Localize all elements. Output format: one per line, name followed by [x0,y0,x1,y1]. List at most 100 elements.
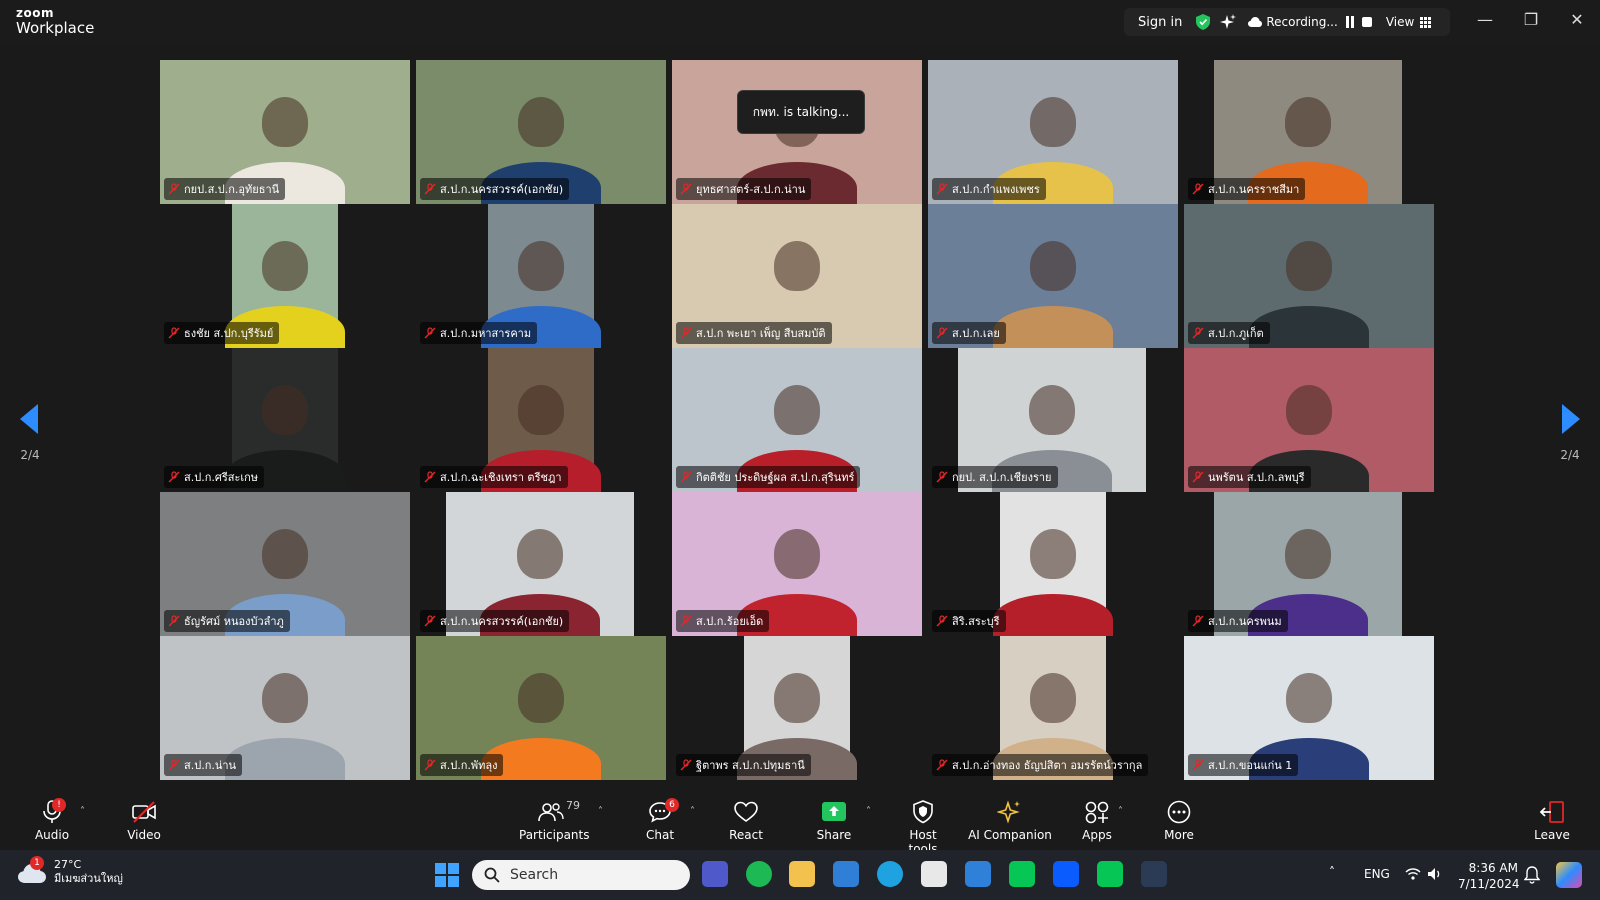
minimize-icon[interactable]: — [1473,10,1497,29]
participant-tile[interactable]: ส.ป.ก.ฉะเชิงเทรา ตรีชฎา [416,348,672,492]
sign-in-button[interactable]: Sign in [1138,15,1182,30]
microsoft-store-icon[interactable] [921,861,947,887]
participant-name-tag: ฐิตาพร ส.ป.ก.ปทุมธานี [676,754,811,776]
mic-muted-icon [168,759,180,771]
notification-bell-icon[interactable] [1524,866,1540,884]
participant-tile[interactable]: ส.ป.ก.นครสวรรค์(เอกชัย) [416,492,672,636]
volume-icon[interactable] [1427,867,1443,881]
share-options-caret[interactable]: ˄ [866,806,871,817]
taskbar-search-box[interactable]: Search [472,860,690,890]
desktop-app-icon[interactable] [833,861,859,887]
participant-tile[interactable]: ส.ป.ก.น่าน [160,636,416,780]
wifi-icon[interactable] [1405,867,1421,881]
participant-tile[interactable]: ส.ป.ก.นครสวรรค์(เอกชัย) [416,60,672,204]
brand-bottom: Workplace [16,19,95,37]
participants-count: 79 [566,799,580,812]
participant-tile[interactable]: ส.ป.ก.พัทลุง [416,636,672,780]
participant-tile[interactable]: ส.ป.ก.ร้อยเอ็ด [672,492,928,636]
participant-tile[interactable]: ธงชัย ส.ปก.บุรีรัมย์ [160,204,416,348]
participant-tile[interactable]: ส.ป.ก.นครราชสีมา [1184,60,1440,204]
participant-name: ส.ป.ก.ขอนแก่น 1 [1208,759,1293,772]
mic-muted-icon [1192,327,1204,339]
participant-head [1030,529,1076,580]
ai-companion-button[interactable]: AI Companion [968,800,1052,842]
participant-tile[interactable]: ธัญรัศม์ หนองบัวลำภู [160,492,416,636]
previous-page-button[interactable]: 2/4 [0,404,60,494]
show-hidden-icons-caret[interactable]: ˄ [1329,865,1335,879]
chat-unread-badge: 6 [665,798,679,812]
active-speaker-tooltip: กพท. is talking... [737,90,865,134]
line-app-icon-2[interactable] [1097,861,1123,887]
meeting-toolbar: Audio ! ˄ Video Participants 79 ˄ Chat 6… [0,792,1600,856]
participants-options-caret[interactable]: ˄ [598,806,603,817]
participant-name-tag: ธงชัย ส.ปก.บุรีรัมย์ [164,322,280,344]
brand-top: zoom [16,6,54,20]
copilot-icon[interactable] [1556,862,1582,888]
input-language[interactable]: ENG [1364,867,1390,881]
file-explorer-icon[interactable] [789,861,815,887]
participant-name-tag: ส.ป.ก.อ่างทอง ธัญปสิตา อมรรัตน์วรากุล [932,754,1149,776]
participant-tile[interactable]: นพรัตน ส.ป.ก.ลพบุรี [1184,348,1440,492]
next-page-button[interactable]: 2/4 [1540,404,1600,494]
participant-tile[interactable]: ส.ป.ก พะเยา เพ็ญ สืบสมบัติ [672,204,928,348]
view-button[interactable]: View [1386,15,1414,29]
participant-tile[interactable]: ส.ป.ก.ขอนแก่น 1 [1184,636,1440,780]
participant-tile[interactable]: ฐิตาพร ส.ป.ก.ปทุมธานี [672,636,928,780]
leave-button[interactable]: Leave [1534,800,1570,842]
participant-tile[interactable]: ส.ป.ก.มหาสารคาม [416,204,672,348]
pause-recording-button[interactable] [1345,16,1356,28]
participant-tile[interactable]: ส.ป.ก.กำแพงเพชร [928,60,1184,204]
participant-name-tag: นพรัตน ส.ป.ก.ลพบุรี [1188,466,1311,488]
participant-head [262,529,308,580]
participant-tile[interactable]: ส.ป.ก.นครพนม [1184,492,1440,636]
mic-muted-icon [424,471,436,483]
chat-options-caret[interactable]: ˄ [690,806,695,817]
participant-head [262,673,308,724]
windows-start-icon[interactable] [435,863,459,887]
react-label: React [729,828,763,842]
share-button[interactable]: Share [816,800,852,842]
participant-tile[interactable]: กยป. ส.ป.ก.เชียงราย [928,348,1184,492]
video-off-icon [132,801,156,823]
video-button[interactable]: Video [126,800,162,842]
participant-tile[interactable]: กยป.ส.ป.ก.อุทัยธานี [160,60,416,204]
participant-head [518,241,564,292]
video-label: Video [127,828,161,842]
spotify-app-icon[interactable] [746,861,772,887]
participant-tile[interactable]: ส.ป.ก.เลย [928,204,1184,348]
more-button[interactable]: More [1161,800,1197,842]
zoom-app-icon[interactable] [1053,861,1079,887]
apps-button[interactable]: Apps [1079,800,1115,842]
edge-browser-icon[interactable] [877,861,903,887]
participant-head [774,385,820,436]
participant-tile[interactable]: ส.ป.ก.ภูเก็ต [1184,204,1440,348]
host-tools-button[interactable]: Host tools [894,800,952,856]
close-icon[interactable]: ✕ [1565,10,1589,29]
participant-name: ส.ป.ก.นครพนม [1208,615,1282,628]
mic-muted-icon [424,759,436,771]
participant-tile[interactable]: ส.ป.ก.อ่างทอง ธัญปสิตา อมรรัตน์วรากุล [928,636,1184,780]
audio-options-caret[interactable]: ˄ [80,806,85,817]
host-shield-icon [913,800,933,824]
ai-sparkle-icon[interactable] [1220,14,1237,30]
participant-head [518,385,564,436]
participant-tile[interactable]: ส.ป.ก.ศรีสะเกษ [160,348,416,492]
grid-view-icon[interactable] [1420,16,1432,28]
react-button[interactable]: React [728,800,764,842]
participant-tile[interactable]: กิตติชัย ประดิษฐ์ผล ส.ป.ก.สุรินทร์ [672,348,928,492]
participant-tile[interactable]: สิริ.สระบุรี [928,492,1184,636]
apps-options-caret[interactable]: ˄ [1118,806,1123,817]
system-clock[interactable]: 8:36 AM 7/11/2024 [1458,860,1520,892]
participant-name-tag: ส.ป.ก.ศรีสะเกษ [164,466,265,488]
line-app-icon[interactable] [1009,861,1035,887]
title-bar: zoom Workplace Sign in Recording... View… [0,0,1600,44]
security-shield-icon[interactable] [1196,14,1211,30]
teams-app-icon[interactable] [702,861,728,887]
restore-icon[interactable]: ❐ [1519,10,1543,29]
mic-muted-icon [936,759,948,771]
participant-name: ส.ป.ก.ศรีสะเกษ [184,471,259,484]
mic-muted-icon [424,183,436,195]
wave-app-icon[interactable] [1141,861,1167,887]
stop-recording-button[interactable] [1361,17,1372,27]
mail-app-icon[interactable] [965,861,991,887]
